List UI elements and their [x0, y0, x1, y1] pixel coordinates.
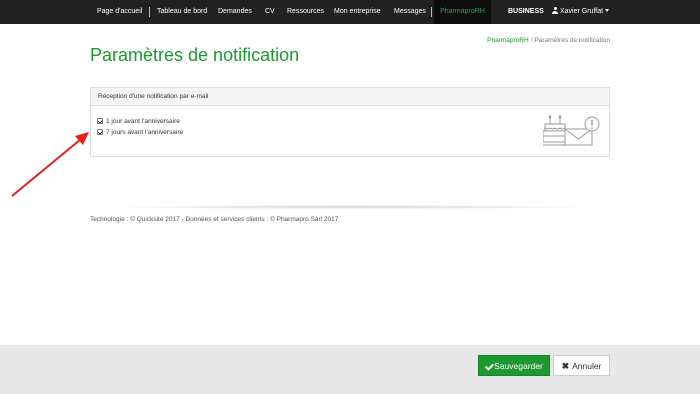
breadcrumb-separator: / [530, 37, 533, 44]
times-icon: ✖ [561, 361, 570, 371]
option-7-days-before[interactable]: 7 jours avant l'anniversaire [97, 129, 183, 136]
nav-item-resources[interactable]: Ressources [287, 0, 324, 24]
save-button[interactable]: Sauvegarder [478, 355, 550, 376]
cancel-button[interactable]: ✖ Annuler [553, 355, 610, 376]
breadcrumb-link-pharmaprorh[interactable]: PharmaproRH [487, 37, 529, 44]
cancel-button-label: Annuler [572, 361, 602, 371]
nav-item-pharmaprorh-label: PharmaproRH [440, 8, 485, 15]
caret-down-icon [605, 9, 610, 12]
user-icon [552, 7, 558, 14]
nav-separator [431, 7, 432, 17]
footer-copyright: Technologie : © Quicksite 2017 - Données… [90, 216, 339, 223]
nav-separator [149, 7, 150, 17]
option-label: 1 jour avant l'anniversaire [106, 118, 180, 125]
user-name: Xavier Gruffat [560, 8, 604, 15]
birthday-notification-illustration [543, 115, 600, 146]
nav-item-messages[interactable]: Messages [394, 0, 426, 24]
breadcrumb-current: Paramètres de notification [534, 37, 610, 44]
panel-heading: Réception d'une notification par e-mail [91, 88, 609, 106]
top-navbar: Page d'accueil Tableau de bord Demandes … [0, 0, 700, 24]
save-button-label: Sauvegarder [494, 361, 543, 371]
nav-item-cv[interactable]: CV [265, 0, 275, 24]
page-title: Paramètres de notification [90, 45, 300, 65]
user-menu[interactable]: Xavier Gruffat [552, 0, 610, 24]
nav-item-business[interactable]: BUSINESS [508, 0, 544, 24]
option-label: 7 jours avant l'anniversaire [106, 129, 184, 136]
birthday-cake-icon [543, 115, 568, 146]
nav-item-requests[interactable]: Demandes [218, 0, 252, 24]
nav-item-home[interactable]: Page d'accueil [97, 0, 142, 24]
nav-item-company[interactable]: Mon entreprise [334, 0, 381, 24]
nav-item-dashboard[interactable]: Tableau de bord [157, 0, 207, 24]
checkbox-1-day[interactable] [97, 118, 103, 124]
email-notification-panel: Réception d'une notification par e-mail … [90, 87, 610, 157]
envelope-notification-icon [564, 116, 600, 146]
nav-item-pharmaprorh[interactable]: PharmaproRH [434, 0, 491, 24]
checkbox-7-days[interactable] [97, 129, 103, 135]
breadcrumb: PharmaproRH / Paramètres de notification [487, 37, 610, 44]
check-icon [485, 363, 492, 370]
option-1-day-before[interactable]: 1 jour avant l'anniversaire [97, 118, 180, 125]
bottom-action-bar: Sauvegarder ✖ Annuler [0, 345, 700, 394]
divider [110, 205, 590, 209]
